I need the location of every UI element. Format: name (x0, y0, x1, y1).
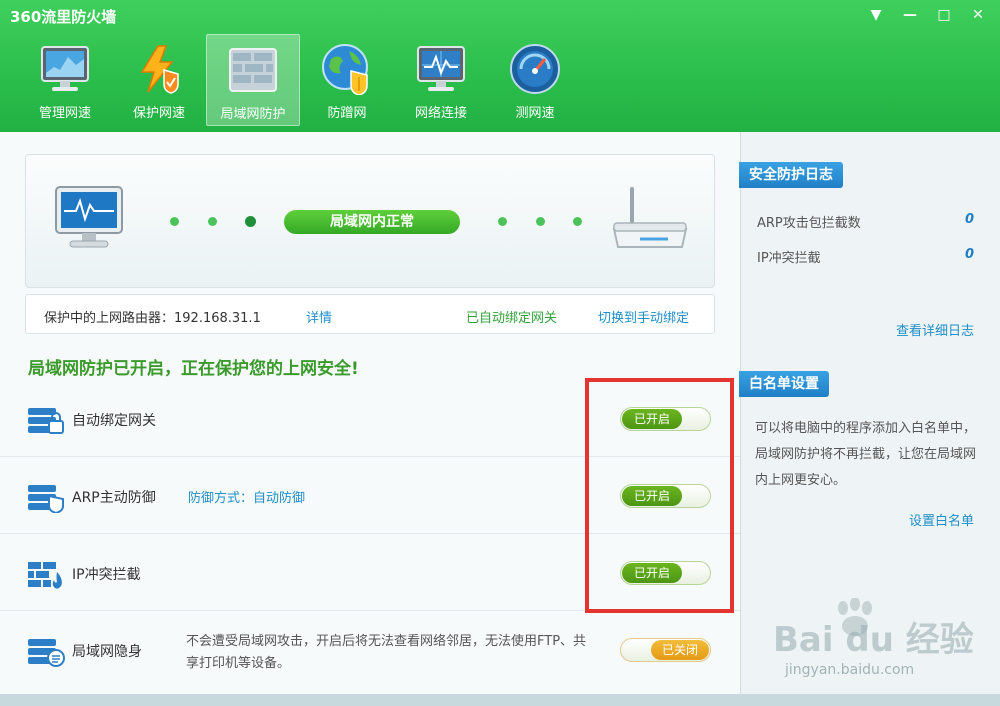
switch-manual-bind-link[interactable]: 切换到手动绑定 (598, 307, 689, 326)
auto-bind-status: 已自动绑定网关 (466, 311, 558, 326)
router-address: 保护中的上网路由器：192.168.31.1 (44, 311, 261, 326)
firewall-brick-icon (226, 43, 280, 97)
feature-name: 局域网隐身 (72, 644, 142, 660)
status-badge: 局域网内正常 (284, 210, 460, 234)
status-dot (208, 217, 217, 226)
main-toolbar: 管理网速 保护网速 局域网防护 防蹭网 网络连接 测网速 (18, 34, 582, 126)
router-info-bar: 保护中的上网路由器：192.168.31.1 详情 已自动绑定网关 切换到手动绑… (25, 294, 715, 334)
tool-speed-test[interactable]: 测网速 (488, 34, 582, 126)
menu-dropdown-icon[interactable]: ▼ (864, 4, 888, 26)
watermark-word: Bai du 经验 (773, 620, 974, 660)
server-lock-icon (28, 408, 64, 434)
baidu-watermark: Bai du 经验 jingyan.baidu.com (765, 598, 995, 688)
computer-icon (55, 186, 123, 248)
bottom-edge (0, 694, 1000, 706)
whitelist-description: 可以将电脑中的程序添加入白名单中，局域网防护将不再拦截，让您在局域网内上网更安心… (755, 421, 977, 488)
status-dot (498, 217, 507, 226)
network-status-card: 局域网内正常 (25, 154, 715, 288)
feature-name: IP冲突拦截 (72, 567, 141, 583)
tool-label: 管理网速 (38, 106, 91, 121)
tool-network-connect[interactable]: 网络连接 (394, 34, 488, 126)
feature-row-lan-stealth: 局域网隐身 不会遭受局域网攻击，开启后将无法查看网络邻居，无法使用FTP、共享打… (0, 611, 740, 688)
firewall-flame-icon (28, 562, 62, 589)
toggle-highlight-box (585, 378, 734, 613)
router-details-link[interactable]: 详情 (306, 307, 332, 326)
tool-label: 测网速 (515, 106, 555, 121)
globe-shield-icon (320, 42, 374, 96)
monitor-chart-icon (38, 42, 92, 96)
feature-description: 不会遭受局域网攻击，开启后将无法查看网络邻居，无法使用FTP、共享打印机等设备。 (186, 634, 587, 671)
minimize-icon[interactable]: — (898, 4, 922, 26)
lan-stealth-toggle[interactable]: 已关闭 (620, 638, 711, 662)
server-shield-icon (28, 485, 64, 513)
security-log-title: 安全防护日志 (739, 162, 843, 188)
close-icon[interactable]: ✕ (966, 4, 990, 26)
tool-label: 保护网速 (132, 106, 185, 121)
defense-mode-link[interactable]: 防御方式：自动防御 (188, 487, 305, 506)
status-dot (245, 216, 256, 227)
arp-block-count-value: 0 (964, 212, 974, 227)
tool-label: 网络连接 (414, 106, 467, 121)
speedometer-icon (508, 42, 562, 96)
toggle-state: 已关闭 (651, 640, 709, 660)
router-icon (612, 187, 688, 248)
server-list-icon (28, 639, 65, 667)
feature-name: ARP主动防御 (72, 490, 156, 506)
tool-label: 局域网防护 (220, 107, 286, 122)
tool-label: 防蹭网 (327, 106, 367, 121)
feature-name: 自动绑定网关 (72, 413, 156, 429)
whitelist-title: 白名单设置 (739, 371, 829, 397)
maximize-icon[interactable]: □ (932, 4, 956, 26)
view-detailed-log-link[interactable]: 查看详细日志 (896, 320, 974, 339)
status-dot (573, 217, 582, 226)
status-dot (536, 217, 545, 226)
ip-conflict-count-label: IP冲突拦截 (757, 251, 821, 266)
window-controls: ▼ — □ ✕ (864, 4, 990, 26)
tool-anti-leech[interactable]: 防蹭网 (300, 34, 394, 126)
ip-conflict-count-value: 0 (964, 247, 974, 262)
arp-block-count-label: ARP攻击包拦截数 (757, 216, 861, 231)
app-title: 360流里防火墙 (10, 8, 117, 26)
tool-protect-speed[interactable]: 保护网速 (112, 34, 206, 126)
protection-headline: 局域网防护已开启，正在保护您的上网安全! (28, 359, 359, 379)
tool-lan-protect[interactable]: 局域网防护 (206, 34, 300, 126)
title-toolbar: 360流里防火墙 ▼ — □ ✕ 管理网速 保护网速 局域网防护 防蹭网 网络连… (0, 0, 1000, 132)
network-monitor-icon (414, 42, 468, 96)
watermark-url: jingyan.baidu.com (785, 662, 915, 678)
tool-manage-speed[interactable]: 管理网速 (18, 34, 112, 126)
lightning-shield-icon (132, 42, 186, 96)
status-dot (170, 217, 179, 226)
set-whitelist-link[interactable]: 设置白名单 (909, 510, 974, 529)
